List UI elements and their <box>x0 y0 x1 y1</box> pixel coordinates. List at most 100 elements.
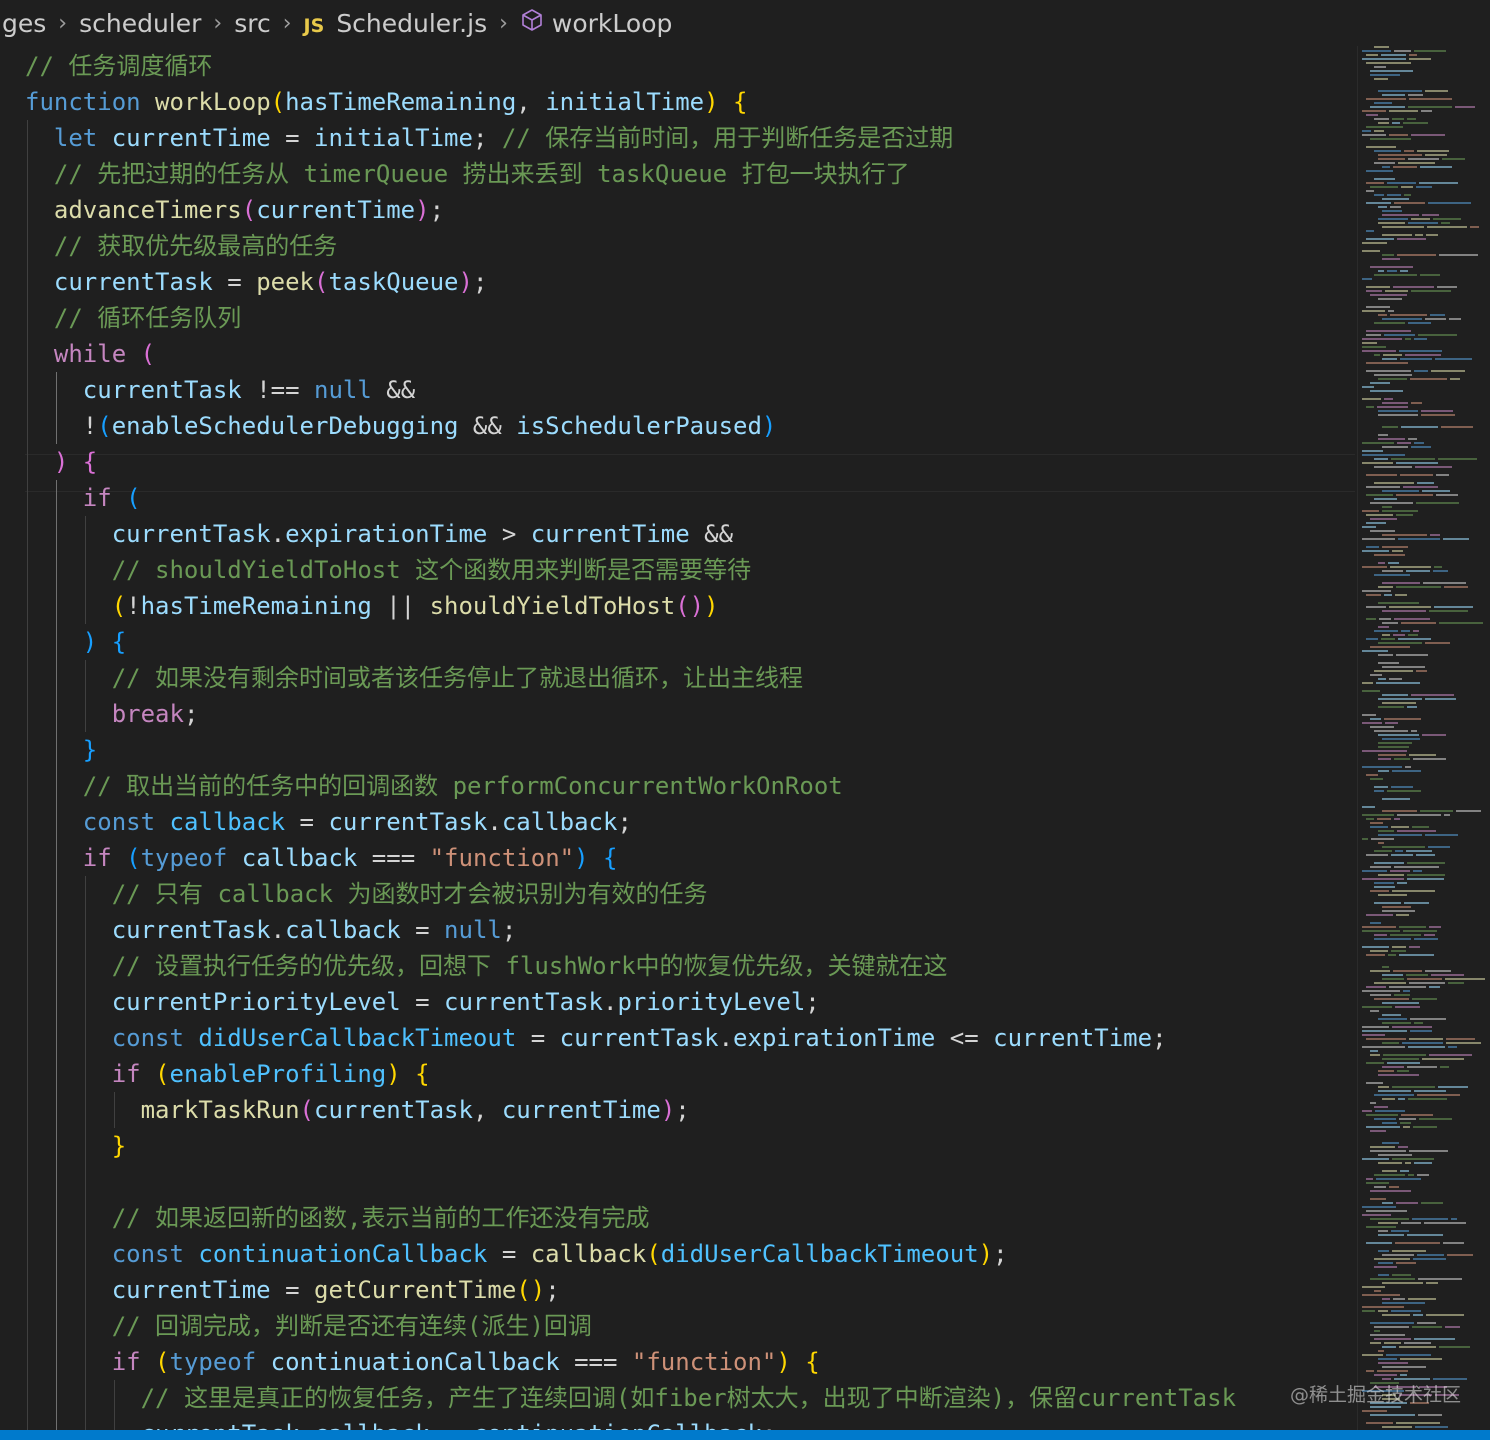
code-function: workLoop <box>155 88 271 116</box>
code-line[interactable]: const callback = currentTask.callback; <box>83 804 632 840</box>
minimap-line <box>1410 1018 1446 1020</box>
minimap-line <box>1382 798 1410 800</box>
code-line[interactable]: // shouldYieldToHost 这个函数用来判断是否需要等待 <box>112 552 751 588</box>
code-line[interactable]: // 先把过期的任务从 timerQueue 捞出来丢到 taskQueue 打… <box>54 156 910 192</box>
code-line[interactable]: ) { <box>83 624 126 660</box>
minimap-line <box>1374 130 1384 132</box>
breadcrumb-separator-icon: › <box>282 10 292 36</box>
minimap-line <box>1382 1254 1414 1256</box>
code-line[interactable]: function workLoop(hasTimeRemaining, init… <box>25 84 748 120</box>
code-line[interactable]: } <box>112 1128 126 1164</box>
code-line[interactable]: // 回调完成，判断是否还有连续(派生)回调 <box>112 1308 592 1344</box>
code-line[interactable]: currentTask.expirationTime > currentTime… <box>112 516 733 552</box>
code-line[interactable]: const didUserCallbackTimeout = currentTa… <box>112 1020 1167 1056</box>
code-line[interactable]: // 循环任务队列 <box>54 300 241 336</box>
code-line[interactable]: currentTask !== null && <box>83 372 415 408</box>
minimap-line <box>1433 570 1448 572</box>
minimap-line <box>1407 862 1445 864</box>
code-line[interactable]: while ( <box>54 336 155 372</box>
minimap-line <box>1370 138 1411 140</box>
code-line[interactable]: markTaskRun(currentTask, currentTime); <box>141 1092 690 1128</box>
minimap-line <box>1374 630 1398 632</box>
code-line[interactable]: // 只有 callback 为函数时才会被识别为有效的任务 <box>112 876 708 912</box>
minimap-line <box>1362 462 1393 464</box>
code-punctuation: , <box>472 1096 502 1124</box>
code-line[interactable]: currentPriorityLevel = currentTask.prior… <box>112 984 820 1020</box>
minimap-line <box>1362 714 1376 716</box>
code-punctuation: . <box>300 1420 314 1430</box>
minimap-line <box>1409 58 1431 60</box>
minimap-line <box>1396 462 1438 464</box>
code-comment: // 先把过期的任务从 timerQueue 捞出来丢到 taskQueue 打… <box>53 160 910 188</box>
code-line[interactable]: if ( <box>83 480 141 516</box>
minimap-line <box>1378 678 1386 680</box>
code-line[interactable]: } <box>83 732 97 768</box>
code-punctuation <box>401 1060 415 1088</box>
code-line[interactable]: // 取出当前的任务中的回调函数 performConcurrentWorkOn… <box>83 768 843 804</box>
code-line[interactable]: // 如果没有剩余时间或者该任务停止了就退出循环，让出主线程 <box>112 660 803 696</box>
minimap-line <box>1434 566 1442 568</box>
breadcrumb-item[interactable]: ges <box>0 9 48 38</box>
breadcrumb-item[interactable]: src <box>232 9 273 38</box>
minimap-line <box>1377 1370 1408 1372</box>
minimap-line <box>1374 902 1401 904</box>
code-line[interactable]: let currentTime = initialTime; // 保存当前时间… <box>54 120 953 156</box>
minimap-line <box>1362 342 1377 344</box>
code-line[interactable]: // 如果返回新的函数,表示当前的工作还没有完成 <box>112 1200 650 1236</box>
minimap-line <box>1374 458 1388 460</box>
code-line[interactable]: // 获取优先级最高的任务 <box>54 228 337 264</box>
minimap-line <box>1362 58 1406 60</box>
code-line[interactable]: currentTask.callback = continuationCallb… <box>141 1416 777 1430</box>
minimap-line <box>1382 978 1404 980</box>
minimap-line <box>1382 258 1400 260</box>
code-line[interactable]: currentTask = peek(taskQueue); <box>54 264 488 300</box>
code-line[interactable]: const continuationCallback = callback(di… <box>112 1236 1008 1272</box>
code-punctuation: ; <box>429 196 445 224</box>
minimap-line <box>1374 998 1409 1000</box>
breadcrumb-item[interactable]: JS Scheduler.js <box>302 9 490 38</box>
breadcrumb-item[interactable]: workLoop <box>518 8 674 38</box>
code-punctuation <box>589 844 603 872</box>
minimap-line <box>1374 1338 1411 1340</box>
code-identifier: didUserCallbackTimeout <box>198 1024 517 1052</box>
minimap-line <box>1366 362 1408 364</box>
code-identifier: expirationTime <box>285 520 488 548</box>
code-punctuation: > <box>487 520 531 548</box>
minimap[interactable] <box>1357 46 1490 1430</box>
minimap-line <box>1411 218 1430 220</box>
code-punctuation: ; <box>472 124 502 152</box>
code-line[interactable]: currentTask.callback = null; <box>112 912 517 948</box>
code-punctuation: = <box>270 1276 314 1304</box>
minimap-line <box>1412 1218 1448 1220</box>
code-keyword: const <box>111 1240 184 1268</box>
minimap-line <box>1407 118 1416 120</box>
code-identifier: taskQueue <box>328 268 459 296</box>
minimap-line <box>1370 1130 1386 1132</box>
code-line[interactable]: break; <box>112 696 199 732</box>
code-line[interactable]: // 设置执行任务的优先级，回想下 flushWork中的恢复优先级，关键就在这 <box>112 948 948 984</box>
code-line[interactable]: if (typeof callback === "function") { <box>83 840 618 876</box>
minimap-line <box>1414 1338 1455 1340</box>
code-line[interactable]: !(enableSchedulerDebugging && isSchedule… <box>83 408 777 444</box>
code-line[interactable]: advanceTimers(currentTime); <box>54 192 444 228</box>
minimap-line <box>1374 786 1388 788</box>
code-line[interactable]: (!hasTimeRemaining || shouldYieldToHost(… <box>112 588 719 624</box>
minimap-line <box>1388 954 1396 956</box>
code-line[interactable]: currentTime = getCurrentTime(); <box>112 1272 560 1308</box>
minimap-line <box>1400 270 1408 272</box>
code-punctuation <box>97 124 111 152</box>
code-line[interactable]: ) { <box>54 444 97 480</box>
code-editor[interactable]: // 任务调度循环 function workLoop(hasTimeRemain… <box>0 46 1355 1430</box>
code-identifier: currentTask <box>314 1096 473 1124</box>
minimap-line <box>1390 206 1401 208</box>
code-line[interactable]: // 任务调度循环 <box>25 48 212 84</box>
minimap-line <box>1378 1274 1389 1276</box>
code-line[interactable]: if (enableProfiling) { <box>112 1056 430 1092</box>
minimap-line <box>1374 1374 1397 1376</box>
minimap-line <box>1366 306 1390 308</box>
code-line[interactable]: // 这里是真正的恢复任务，产生了连续回调(如fiber树太大，出现了中断渲染)… <box>141 1380 1236 1416</box>
code-bracket: ( <box>126 484 141 512</box>
minimap-line <box>1374 850 1392 852</box>
code-line[interactable]: if (typeof continuationCallback === "fun… <box>112 1344 820 1380</box>
breadcrumb-item[interactable]: scheduler <box>77 9 203 38</box>
